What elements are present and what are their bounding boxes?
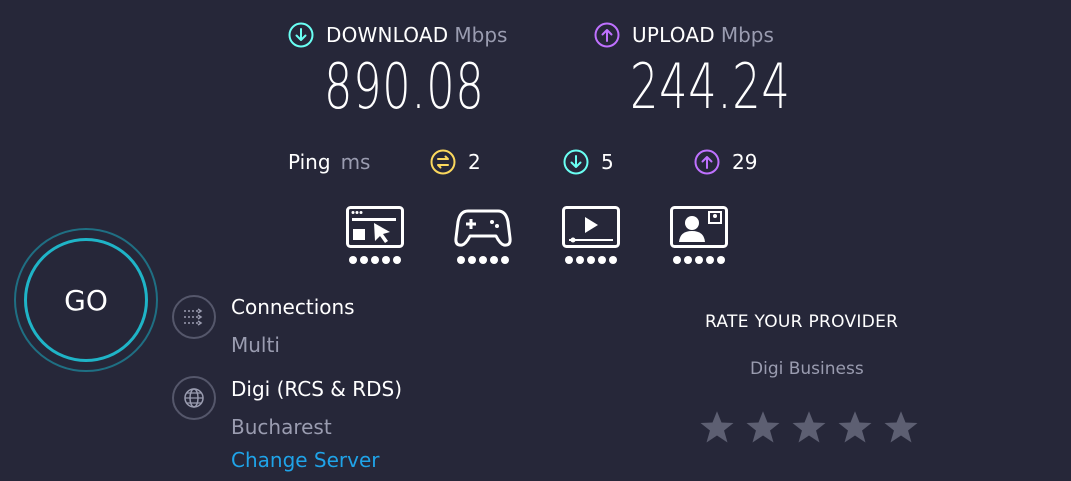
connections-value[interactable]: Multi: [231, 333, 280, 357]
ping-download-value: 5: [601, 150, 614, 174]
download-header: DOWNLOAD Mbps: [288, 22, 507, 48]
rate-provider-name: Digi Business: [750, 359, 864, 379]
ping-upload-value: 29: [732, 150, 758, 174]
upload-value: 244.24: [630, 50, 791, 123]
star-icon[interactable]: [883, 409, 919, 445]
activity-gaming[interactable]: [454, 206, 512, 264]
ping-label: Ping: [288, 150, 331, 174]
connections-icon[interactable]: [172, 295, 216, 339]
ping-row: Ping ms: [288, 150, 370, 174]
connections-arrows-icon: [184, 308, 203, 326]
star-icon[interactable]: [791, 409, 827, 445]
upload-latency-icon: [694, 149, 720, 175]
go-button[interactable]: GO: [14, 228, 158, 372]
star-icon[interactable]: [837, 409, 873, 445]
rating-dots: [562, 256, 620, 264]
rating-dots: [346, 256, 404, 264]
ping-idle: 2: [430, 149, 481, 175]
go-label: GO: [64, 283, 108, 317]
star-icon[interactable]: [745, 409, 781, 445]
server-location: Bucharest: [231, 415, 332, 439]
rating-dots: [454, 256, 512, 264]
upload-header: UPLOAD Mbps: [594, 22, 774, 48]
server-icon: [172, 376, 216, 420]
download-label: DOWNLOAD: [326, 23, 449, 47]
activity-streaming[interactable]: [562, 206, 620, 264]
activity-web-browsing[interactable]: [346, 206, 404, 264]
download-latency-icon: [563, 149, 589, 175]
video-player-icon: [562, 206, 620, 248]
download-value: 890.08: [324, 50, 485, 123]
upload-arrow-icon: [594, 22, 620, 48]
upload-label: UPLOAD: [632, 23, 715, 47]
rating-stars: [699, 409, 919, 445]
go-button-inner[interactable]: GO: [24, 238, 148, 362]
browser-cursor-icon: [346, 206, 404, 248]
globe-icon: [184, 388, 204, 408]
activity-video-chat[interactable]: [670, 206, 728, 264]
ping-unit: ms: [340, 150, 371, 174]
connections-title: Connections: [231, 295, 355, 319]
download-unit: Mbps: [454, 23, 508, 47]
ping-download: 5: [563, 149, 614, 175]
ping-upload: 29: [694, 149, 757, 175]
star-icon[interactable]: [699, 409, 735, 445]
ping-idle-value: 2: [468, 150, 481, 174]
upload-unit: Mbps: [720, 23, 774, 47]
download-arrow-icon: [288, 22, 314, 48]
server-provider: Digi (RCS & RDS): [231, 377, 403, 401]
rate-provider-title: RATE YOUR PROVIDER: [705, 312, 899, 332]
rating-dots: [670, 256, 728, 264]
gamepad-icon: [454, 209, 512, 247]
change-server-link[interactable]: Change Server: [231, 448, 380, 472]
idle-latency-icon: [430, 149, 456, 175]
video-call-icon: [670, 206, 728, 248]
